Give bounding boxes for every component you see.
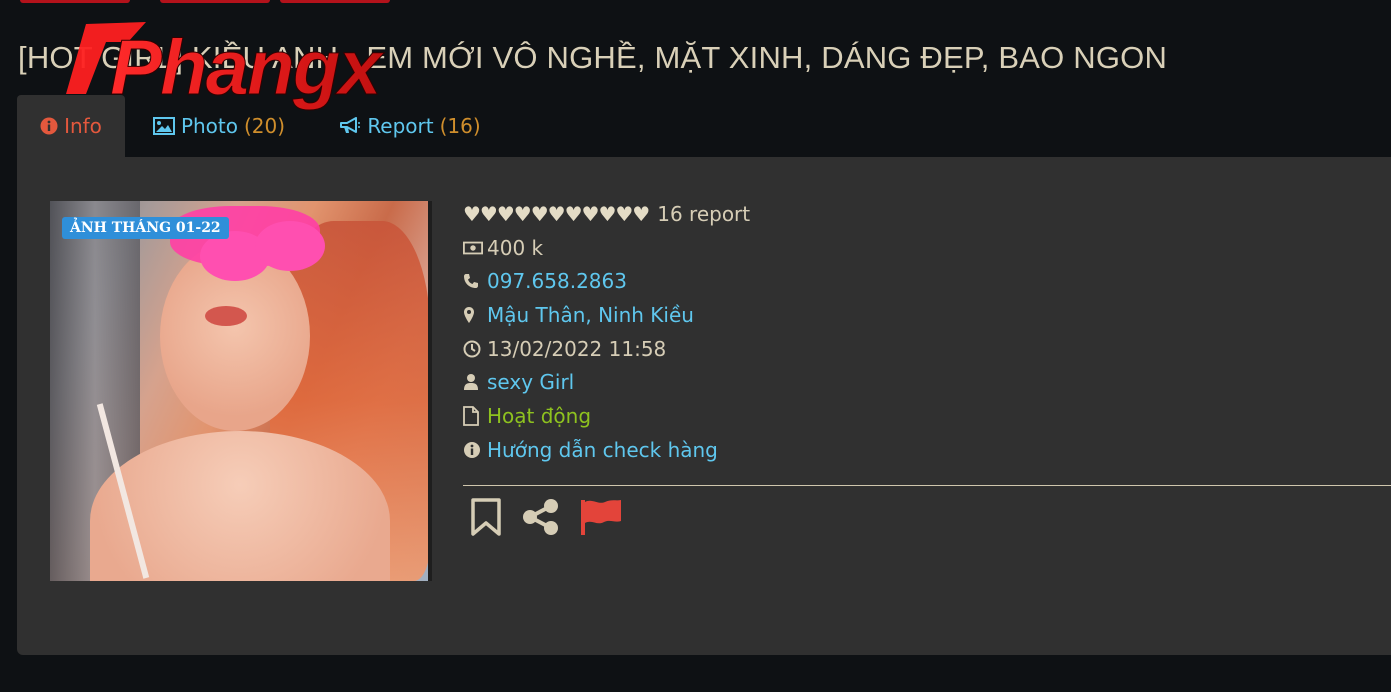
location-row: Mậu Thân, Ninh Kiều — [463, 298, 750, 332]
status-text: Hoạt động — [487, 403, 592, 428]
photo-lips — [205, 306, 247, 326]
top-nav-tab[interactable] — [160, 0, 270, 3]
category-row: sexy Girl — [463, 365, 750, 399]
tab-photo-count: (20) — [244, 114, 286, 138]
profile-photo[interactable]: ẢNH THÁNG 01-22 — [50, 201, 432, 581]
report-flag-button[interactable] — [579, 497, 623, 541]
rating-row: ♥♥♥♥♥♥♥♥♥♥♥ 16 report — [463, 197, 750, 231]
report-count: 16 report — [657, 201, 751, 226]
phone-row: 097.658.2863 — [463, 264, 750, 298]
tab-report-label: Report — [367, 114, 434, 138]
check-guide-link[interactable]: Hướng dẫn check hàng — [487, 438, 718, 462]
phone-icon — [464, 274, 478, 289]
divider — [463, 485, 1391, 486]
top-nav-strip — [0, 0, 420, 3]
action-bar — [469, 497, 623, 541]
tab-info[interactable]: Info — [17, 95, 125, 157]
top-nav-tab[interactable] — [280, 0, 390, 3]
info-panel: ẢNH THÁNG 01-22 ♥♥♥♥♥♥♥♥♥♥♥ 16 report 40… — [17, 157, 1391, 655]
share-button[interactable] — [521, 497, 561, 541]
rating-hearts: ♥♥♥♥♥♥♥♥♥♥♥ — [463, 201, 650, 226]
price-value: 400 k — [487, 235, 544, 260]
tab-report[interactable]: Report (16) — [335, 95, 485, 157]
flag-icon — [581, 500, 621, 535]
category-link[interactable]: sexy Girl — [487, 370, 574, 394]
money-icon — [463, 241, 483, 254]
phone-link[interactable]: 097.658.2863 — [487, 269, 627, 293]
price-row: 400 k — [463, 231, 750, 265]
bullhorn-icon — [340, 117, 361, 133]
top-nav-tab[interactable] — [20, 0, 130, 3]
location-link[interactable]: Mậu Thân, Ninh Kiều — [487, 303, 694, 327]
tab-photo-label: Photo — [180, 114, 238, 138]
posted-date: 13/02/2022 11:58 — [487, 336, 667, 361]
profile-details: ♥♥♥♥♥♥♥♥♥♥♥ 16 report 400 k 097.658.2863 — [463, 197, 750, 467]
file-icon — [463, 406, 479, 426]
bookmark-button[interactable] — [469, 497, 503, 541]
bookmark-icon — [471, 498, 501, 536]
photo-mask-right — [255, 221, 325, 271]
tab-photo[interactable]: Photo (20) — [149, 95, 289, 157]
tab-info-label: Info — [64, 114, 102, 138]
clock-icon — [463, 340, 481, 358]
tab-report-count: (16) — [439, 114, 481, 138]
info-circle-icon — [40, 117, 58, 135]
share-icon — [523, 499, 558, 535]
user-icon — [464, 374, 478, 391]
date-row: 13/02/2022 11:58 — [463, 332, 750, 366]
info-icon — [464, 441, 480, 458]
status-row: Hoạt động — [463, 399, 750, 433]
guide-row: Hướng dẫn check hàng — [463, 433, 750, 467]
map-marker-icon — [464, 306, 474, 323]
photo-date-badge: ẢNH THÁNG 01-22 — [62, 217, 229, 239]
image-icon — [152, 117, 175, 135]
